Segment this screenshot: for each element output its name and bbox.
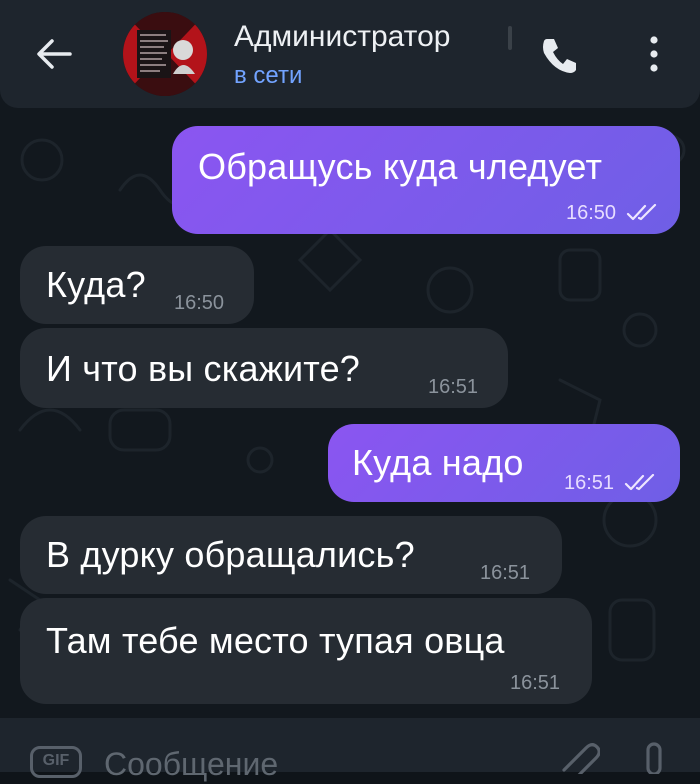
phone-icon[interactable] (537, 33, 581, 77)
message-time: 16:51 (510, 672, 561, 694)
message-text: Там тебе место тупая овца (46, 620, 505, 661)
message-bubble-incoming[interactable]: В дурку обращались? 16:51 (20, 516, 562, 594)
back-arrow-icon[interactable] (34, 36, 74, 72)
message-text: Куда? (46, 264, 146, 305)
gif-icon[interactable]: GIF (30, 746, 82, 778)
message-time: 16:51 (564, 472, 615, 494)
message-time: 16:50 (174, 292, 225, 314)
online-status: в сети (234, 62, 303, 89)
read-ticks-icon (626, 204, 657, 221)
avatar-image (123, 12, 207, 96)
more-vertical-icon[interactable] (642, 34, 666, 74)
message-bubble-outgoing[interactable]: Куда надо 16:51 (328, 424, 680, 502)
microphone-icon[interactable] (638, 740, 670, 774)
chat-header: Администратор в сети (0, 0, 700, 108)
message-text: Куда надо (352, 442, 524, 483)
message-bubble-outgoing[interactable]: Обращусь куда чледует 16:50 (172, 126, 680, 234)
message-input[interactable] (104, 744, 504, 784)
message-text: И что вы скажите? (46, 348, 361, 389)
attach-icon[interactable] (556, 740, 600, 774)
read-ticks-icon (624, 474, 655, 491)
message-text: В дурку обращались? (46, 534, 415, 575)
message-bubble-incoming[interactable]: Там тебе место тупая овца 16:51 (20, 598, 592, 704)
message-time: 16:51 (480, 562, 531, 584)
avatar[interactable] (123, 12, 207, 96)
message-bubble-incoming[interactable]: И что вы скажите? 16:51 (20, 328, 508, 408)
chat-title: Администратор (234, 20, 451, 53)
message-bubble-incoming[interactable]: Куда? 16:50 (20, 246, 254, 324)
message-time: 16:50 (566, 202, 617, 224)
message-time: 16:51 (428, 376, 479, 398)
message-text: Обращусь куда чледует (198, 146, 603, 187)
title-overflow-marker (508, 26, 512, 50)
